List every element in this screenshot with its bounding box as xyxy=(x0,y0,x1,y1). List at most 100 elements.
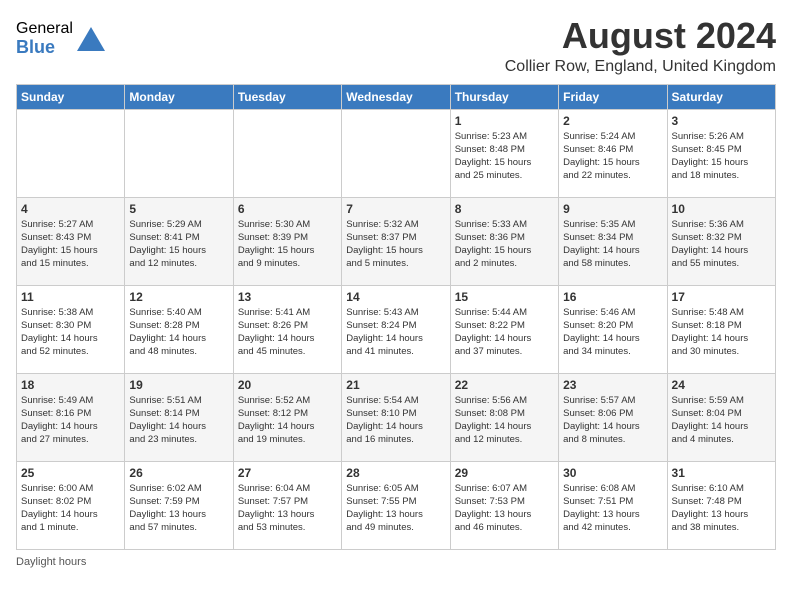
table-row: 10 Sunrise: 5:36 AM Sunset: 8:32 PM Dayli… xyxy=(667,197,775,285)
calendar-header-row: Sunday Monday Tuesday Wednesday Thursday… xyxy=(17,84,776,109)
day-number: 9 xyxy=(563,202,662,216)
table-row: 31Sunrise: 6:10 AM Sunset: 7:48 PM Dayli… xyxy=(667,461,775,549)
day-number: 17 xyxy=(672,290,771,304)
table-row: 19Sunrise: 5:51 AM Sunset: 8:14 PM Dayli… xyxy=(125,373,233,461)
day-info: Sunrise: 5:35 AM Sunset: 8:34 PM Dayligh… xyxy=(563,218,662,271)
logo-blue: Blue xyxy=(16,38,73,58)
day-info: Sunrise: 5:29 AM Sunset: 8:41 PM Dayligh… xyxy=(129,218,228,271)
calendar-week-row: 11Sunrise: 5:38 AM Sunset: 8:30 PM Dayli… xyxy=(17,285,776,373)
day-number: 27 xyxy=(238,466,337,480)
day-number: 21 xyxy=(346,378,445,392)
day-number: 30 xyxy=(563,466,662,480)
day-info: Sunrise: 6:08 AM Sunset: 7:51 PM Dayligh… xyxy=(563,482,662,535)
header-saturday: Saturday xyxy=(667,84,775,109)
logo-icon xyxy=(75,23,107,55)
title-block: August 2024 Collier Row, England, United… xyxy=(505,16,776,76)
day-info: Sunrise: 5:33 AM Sunset: 8:36 PM Dayligh… xyxy=(455,218,554,271)
day-number: 24 xyxy=(672,378,771,392)
month-title: August 2024 xyxy=(505,16,776,56)
day-number: 25 xyxy=(21,466,120,480)
footer-note: Daylight hours xyxy=(16,556,776,568)
day-number: 10 xyxy=(672,202,771,216)
day-number: 16 xyxy=(563,290,662,304)
table-row: 7 Sunrise: 5:32 AM Sunset: 8:37 PM Daylig… xyxy=(342,197,450,285)
day-info: Sunrise: 6:05 AM Sunset: 7:55 PM Dayligh… xyxy=(346,482,445,535)
day-info: Sunrise: 6:02 AM Sunset: 7:59 PM Dayligh… xyxy=(129,482,228,535)
logo-text: General Blue xyxy=(16,20,73,57)
table-row: 28 Sunrise: 6:05 AM Sunset: 7:55 PM Dayli… xyxy=(342,461,450,549)
day-info: Sunrise: 5:24 AM Sunset: 8:46 PM Dayligh… xyxy=(563,130,662,183)
day-info: Sunrise: 5:51 AM Sunset: 8:14 PM Dayligh… xyxy=(129,394,228,447)
table-row: 13 Sunrise: 5:41 AM Sunset: 8:26 PM Dayli… xyxy=(233,285,341,373)
day-number: 8 xyxy=(455,202,554,216)
day-info: Sunrise: 5:54 AM Sunset: 8:10 PM Dayligh… xyxy=(346,394,445,447)
day-number: 7 xyxy=(346,202,445,216)
table-row: 3Sunrise: 5:26 AM Sunset: 8:45 PM Daylig… xyxy=(667,109,775,197)
day-number: 18 xyxy=(21,378,120,392)
day-number: 29 xyxy=(455,466,554,480)
table-row: 20 Sunrise: 5:52 AM Sunset: 8:12 PM Dayli… xyxy=(233,373,341,461)
day-number: 26 xyxy=(129,466,228,480)
table-row: 4 Sunrise: 5:27 AM Sunset: 8:43 PM Daylig… xyxy=(17,197,125,285)
table-row: 14Sunrise: 5:43 AM Sunset: 8:24 PM Dayli… xyxy=(342,285,450,373)
day-number: 4 xyxy=(21,202,120,216)
header-thursday: Thursday xyxy=(450,84,558,109)
day-number: 1 xyxy=(455,114,554,128)
table-row: 22 Sunrise: 5:56 AM Sunset: 8:08 PM Dayli… xyxy=(450,373,558,461)
day-number: 28 xyxy=(346,466,445,480)
day-number: 13 xyxy=(238,290,337,304)
day-info: Sunrise: 5:57 AM Sunset: 8:06 PM Dayligh… xyxy=(563,394,662,447)
table-row: 2 Sunrise: 5:24 AM Sunset: 8:46 PM Daylig… xyxy=(559,109,667,197)
table-row: 1 Sunrise: 5:23 AM Sunset: 8:48 PM Daylig… xyxy=(450,109,558,197)
logo-general: General xyxy=(16,20,73,38)
day-number: 23 xyxy=(563,378,662,392)
table-row: 26 Sunrise: 6:02 AM Sunset: 7:59 PM Dayli… xyxy=(125,461,233,549)
day-info: Sunrise: 5:46 AM Sunset: 8:20 PM Dayligh… xyxy=(563,306,662,359)
day-number: 31 xyxy=(672,466,771,480)
day-info: Sunrise: 5:38 AM Sunset: 8:30 PM Dayligh… xyxy=(21,306,120,359)
day-info: Sunrise: 5:36 AM Sunset: 8:32 PM Dayligh… xyxy=(672,218,771,271)
table-row: 5 Sunrise: 5:29 AM Sunset: 8:41 PM Daylig… xyxy=(125,197,233,285)
table-row: 27 Sunrise: 6:04 AM Sunset: 7:57 PM Dayli… xyxy=(233,461,341,549)
day-info: Sunrise: 5:40 AM Sunset: 8:28 PM Dayligh… xyxy=(129,306,228,359)
day-info: Sunrise: 5:30 AM Sunset: 8:39 PM Dayligh… xyxy=(238,218,337,271)
table-row: 17Sunrise: 5:48 AM Sunset: 8:18 PM Dayli… xyxy=(667,285,775,373)
table-row: 18 Sunrise: 5:49 AM Sunset: 8:16 PM Dayli… xyxy=(17,373,125,461)
table-row: 21 Sunrise: 5:54 AM Sunset: 8:10 PM Dayli… xyxy=(342,373,450,461)
day-number: 2 xyxy=(563,114,662,128)
calendar-week-row: 25 Sunrise: 6:00 AM Sunset: 8:02 PM Dayli… xyxy=(17,461,776,549)
calendar-week-row: 4 Sunrise: 5:27 AM Sunset: 8:43 PM Daylig… xyxy=(17,197,776,285)
day-info: Sunrise: 5:49 AM Sunset: 8:16 PM Dayligh… xyxy=(21,394,120,447)
day-info: Sunrise: 5:44 AM Sunset: 8:22 PM Dayligh… xyxy=(455,306,554,359)
day-number: 12 xyxy=(129,290,228,304)
day-info: Sunrise: 5:52 AM Sunset: 8:12 PM Dayligh… xyxy=(238,394,337,447)
day-info: Sunrise: 5:43 AM Sunset: 8:24 PM Dayligh… xyxy=(346,306,445,359)
location: Collier Row, England, United Kingdom xyxy=(505,58,776,76)
table-row xyxy=(125,109,233,197)
day-number: 15 xyxy=(455,290,554,304)
table-row: 9 Sunrise: 5:35 AM Sunset: 8:34 PM Daylig… xyxy=(559,197,667,285)
day-info: Sunrise: 5:32 AM Sunset: 8:37 PM Dayligh… xyxy=(346,218,445,271)
table-row xyxy=(233,109,341,197)
header-monday: Monday xyxy=(125,84,233,109)
day-info: Sunrise: 5:41 AM Sunset: 8:26 PM Dayligh… xyxy=(238,306,337,359)
day-info: Sunrise: 6:00 AM Sunset: 8:02 PM Dayligh… xyxy=(21,482,120,535)
table-row: 6 Sunrise: 5:30 AM Sunset: 8:39 PM Daylig… xyxy=(233,197,341,285)
day-info: Sunrise: 5:59 AM Sunset: 8:04 PM Dayligh… xyxy=(672,394,771,447)
table-row: 15 Sunrise: 5:44 AM Sunset: 8:22 PM Dayli… xyxy=(450,285,558,373)
day-info: Sunrise: 5:27 AM Sunset: 8:43 PM Dayligh… xyxy=(21,218,120,271)
day-number: 20 xyxy=(238,378,337,392)
table-row: 25 Sunrise: 6:00 AM Sunset: 8:02 PM Dayli… xyxy=(17,461,125,549)
calendar-week-row: 18 Sunrise: 5:49 AM Sunset: 8:16 PM Dayli… xyxy=(17,373,776,461)
day-number: 5 xyxy=(129,202,228,216)
day-number: 6 xyxy=(238,202,337,216)
day-info: Sunrise: 5:56 AM Sunset: 8:08 PM Dayligh… xyxy=(455,394,554,447)
table-row: 30 Sunrise: 6:08 AM Sunset: 7:51 PM Dayli… xyxy=(559,461,667,549)
header-sunday: Sunday xyxy=(17,84,125,109)
day-info: Sunrise: 6:04 AM Sunset: 7:57 PM Dayligh… xyxy=(238,482,337,535)
table-row: 8 Sunrise: 5:33 AM Sunset: 8:36 PM Daylig… xyxy=(450,197,558,285)
header-wednesday: Wednesday xyxy=(342,84,450,109)
table-row xyxy=(17,109,125,197)
day-number: 22 xyxy=(455,378,554,392)
day-info: Sunrise: 5:23 AM Sunset: 8:48 PM Dayligh… xyxy=(455,130,554,183)
